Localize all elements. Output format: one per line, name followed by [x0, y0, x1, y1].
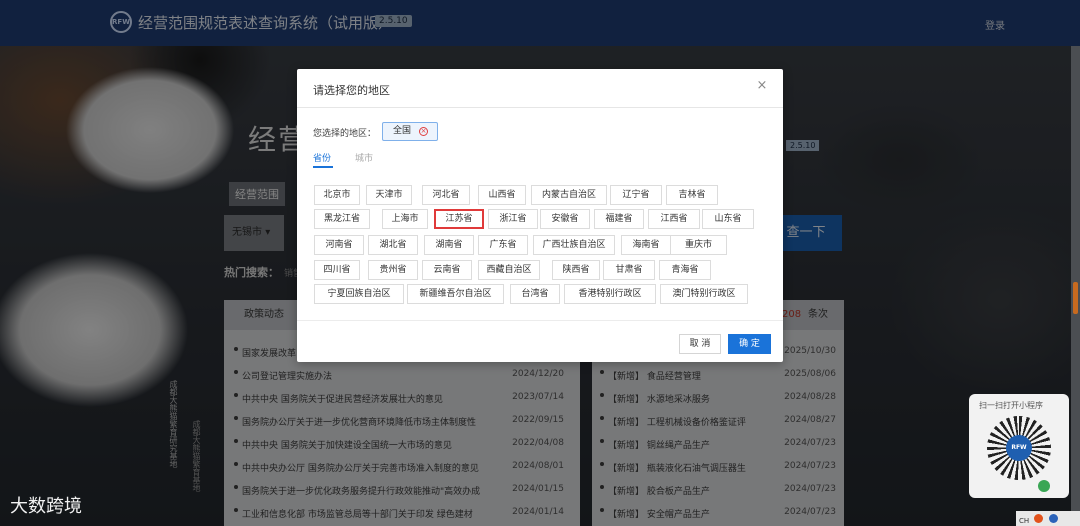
scrollbar-thumb[interactable]	[1073, 282, 1078, 314]
province-option[interactable]: 山西省	[478, 185, 526, 205]
input-method-indicator[interactable]: CH	[1019, 517, 1029, 525]
cancel-button[interactable]: 取 消	[679, 334, 721, 354]
province-option[interactable]: 河南省	[314, 235, 364, 255]
watermark-text: 大数跨境	[10, 496, 82, 517]
province-option[interactable]: 河北省	[422, 185, 470, 205]
province-option[interactable]: 陕西省	[552, 260, 600, 280]
province-option[interactable]: 青海省	[659, 260, 711, 280]
selected-region-value: 全国	[393, 126, 412, 136]
province-option[interactable]: 福建省	[594, 209, 644, 229]
province-option[interactable]: 广西壮族自治区	[533, 235, 615, 255]
province-option[interactable]: 辽宁省	[610, 185, 662, 205]
region-picker-dialog: 请选择您的地区 × 您选择的地区： 全国 × 省份 城市 北京市 天津市 河北省 山西…	[297, 69, 783, 362]
province-option[interactable]: 宁夏回族自治区	[314, 284, 404, 304]
tab-city[interactable]: 城市	[355, 151, 373, 164]
province-option[interactable]: 甘肃省	[603, 260, 655, 280]
province-option[interactable]: 安徽省	[540, 209, 590, 229]
province-option[interactable]: 北京市	[314, 185, 360, 205]
province-option[interactable]: 江西省	[648, 209, 700, 229]
mini-program-card[interactable]: 扫一扫打开小程序 RFW	[969, 394, 1069, 498]
province-option[interactable]: 广东省	[478, 235, 528, 255]
help-icon[interactable]	[1048, 514, 1058, 523]
province-option[interactable]: 湖北省	[368, 235, 418, 255]
province-option[interactable]: 香港特别行政区	[564, 284, 656, 304]
province-option[interactable]: 四川省	[314, 260, 360, 280]
province-option-selected[interactable]: 江苏省	[434, 209, 484, 229]
qr-center-logo: RFW	[1006, 435, 1032, 461]
province-option[interactable]: 黑龙江省	[314, 209, 370, 229]
province-option[interactable]: 贵州省	[368, 260, 418, 280]
remove-circle-icon[interactable]: ×	[419, 127, 428, 136]
province-option[interactable]: 浙江省	[488, 209, 538, 229]
province-option[interactable]: 吉林省	[666, 185, 718, 205]
province-option[interactable]: 云南省	[422, 260, 472, 280]
dialog-footer-divider	[297, 320, 783, 321]
province-option[interactable]: 上海市	[382, 209, 428, 229]
province-option[interactable]: 重庆市	[670, 235, 727, 255]
wechat-icon	[1038, 480, 1050, 492]
province-option[interactable]: 西藏自治区	[478, 260, 540, 280]
confirm-button[interactable]: 确 定	[728, 334, 771, 354]
province-option[interactable]: 湖南省	[424, 235, 474, 255]
tab-province[interactable]: 省份	[313, 151, 331, 164]
dialog-title: 请选择您的地区	[313, 84, 390, 97]
province-option[interactable]: 海南省	[621, 235, 671, 255]
province-option[interactable]: 新疆维吾尔自治区	[407, 284, 504, 304]
dialog-divider	[297, 107, 783, 108]
province-option[interactable]: 山东省	[702, 209, 754, 229]
selected-region-label: 您选择的地区：	[313, 129, 377, 139]
sogou-icon[interactable]	[1034, 514, 1044, 523]
close-icon[interactable]: ×	[755, 79, 769, 93]
tab-province-underline	[313, 166, 333, 168]
province-option[interactable]: 澳门特别行政区	[660, 284, 748, 304]
mini-program-label: 扫一扫打开小程序	[979, 401, 1043, 410]
watermark-logo: 大数跨境	[10, 492, 82, 518]
province-option[interactable]: 天津市	[366, 185, 412, 205]
province-option[interactable]: 台湾省	[510, 284, 560, 304]
selected-region-chip: 全国 ×	[382, 122, 438, 141]
province-option[interactable]: 内蒙古自治区	[531, 185, 607, 205]
system-tray: CH	[1016, 511, 1080, 526]
scrollbar-track[interactable]	[1071, 46, 1080, 516]
